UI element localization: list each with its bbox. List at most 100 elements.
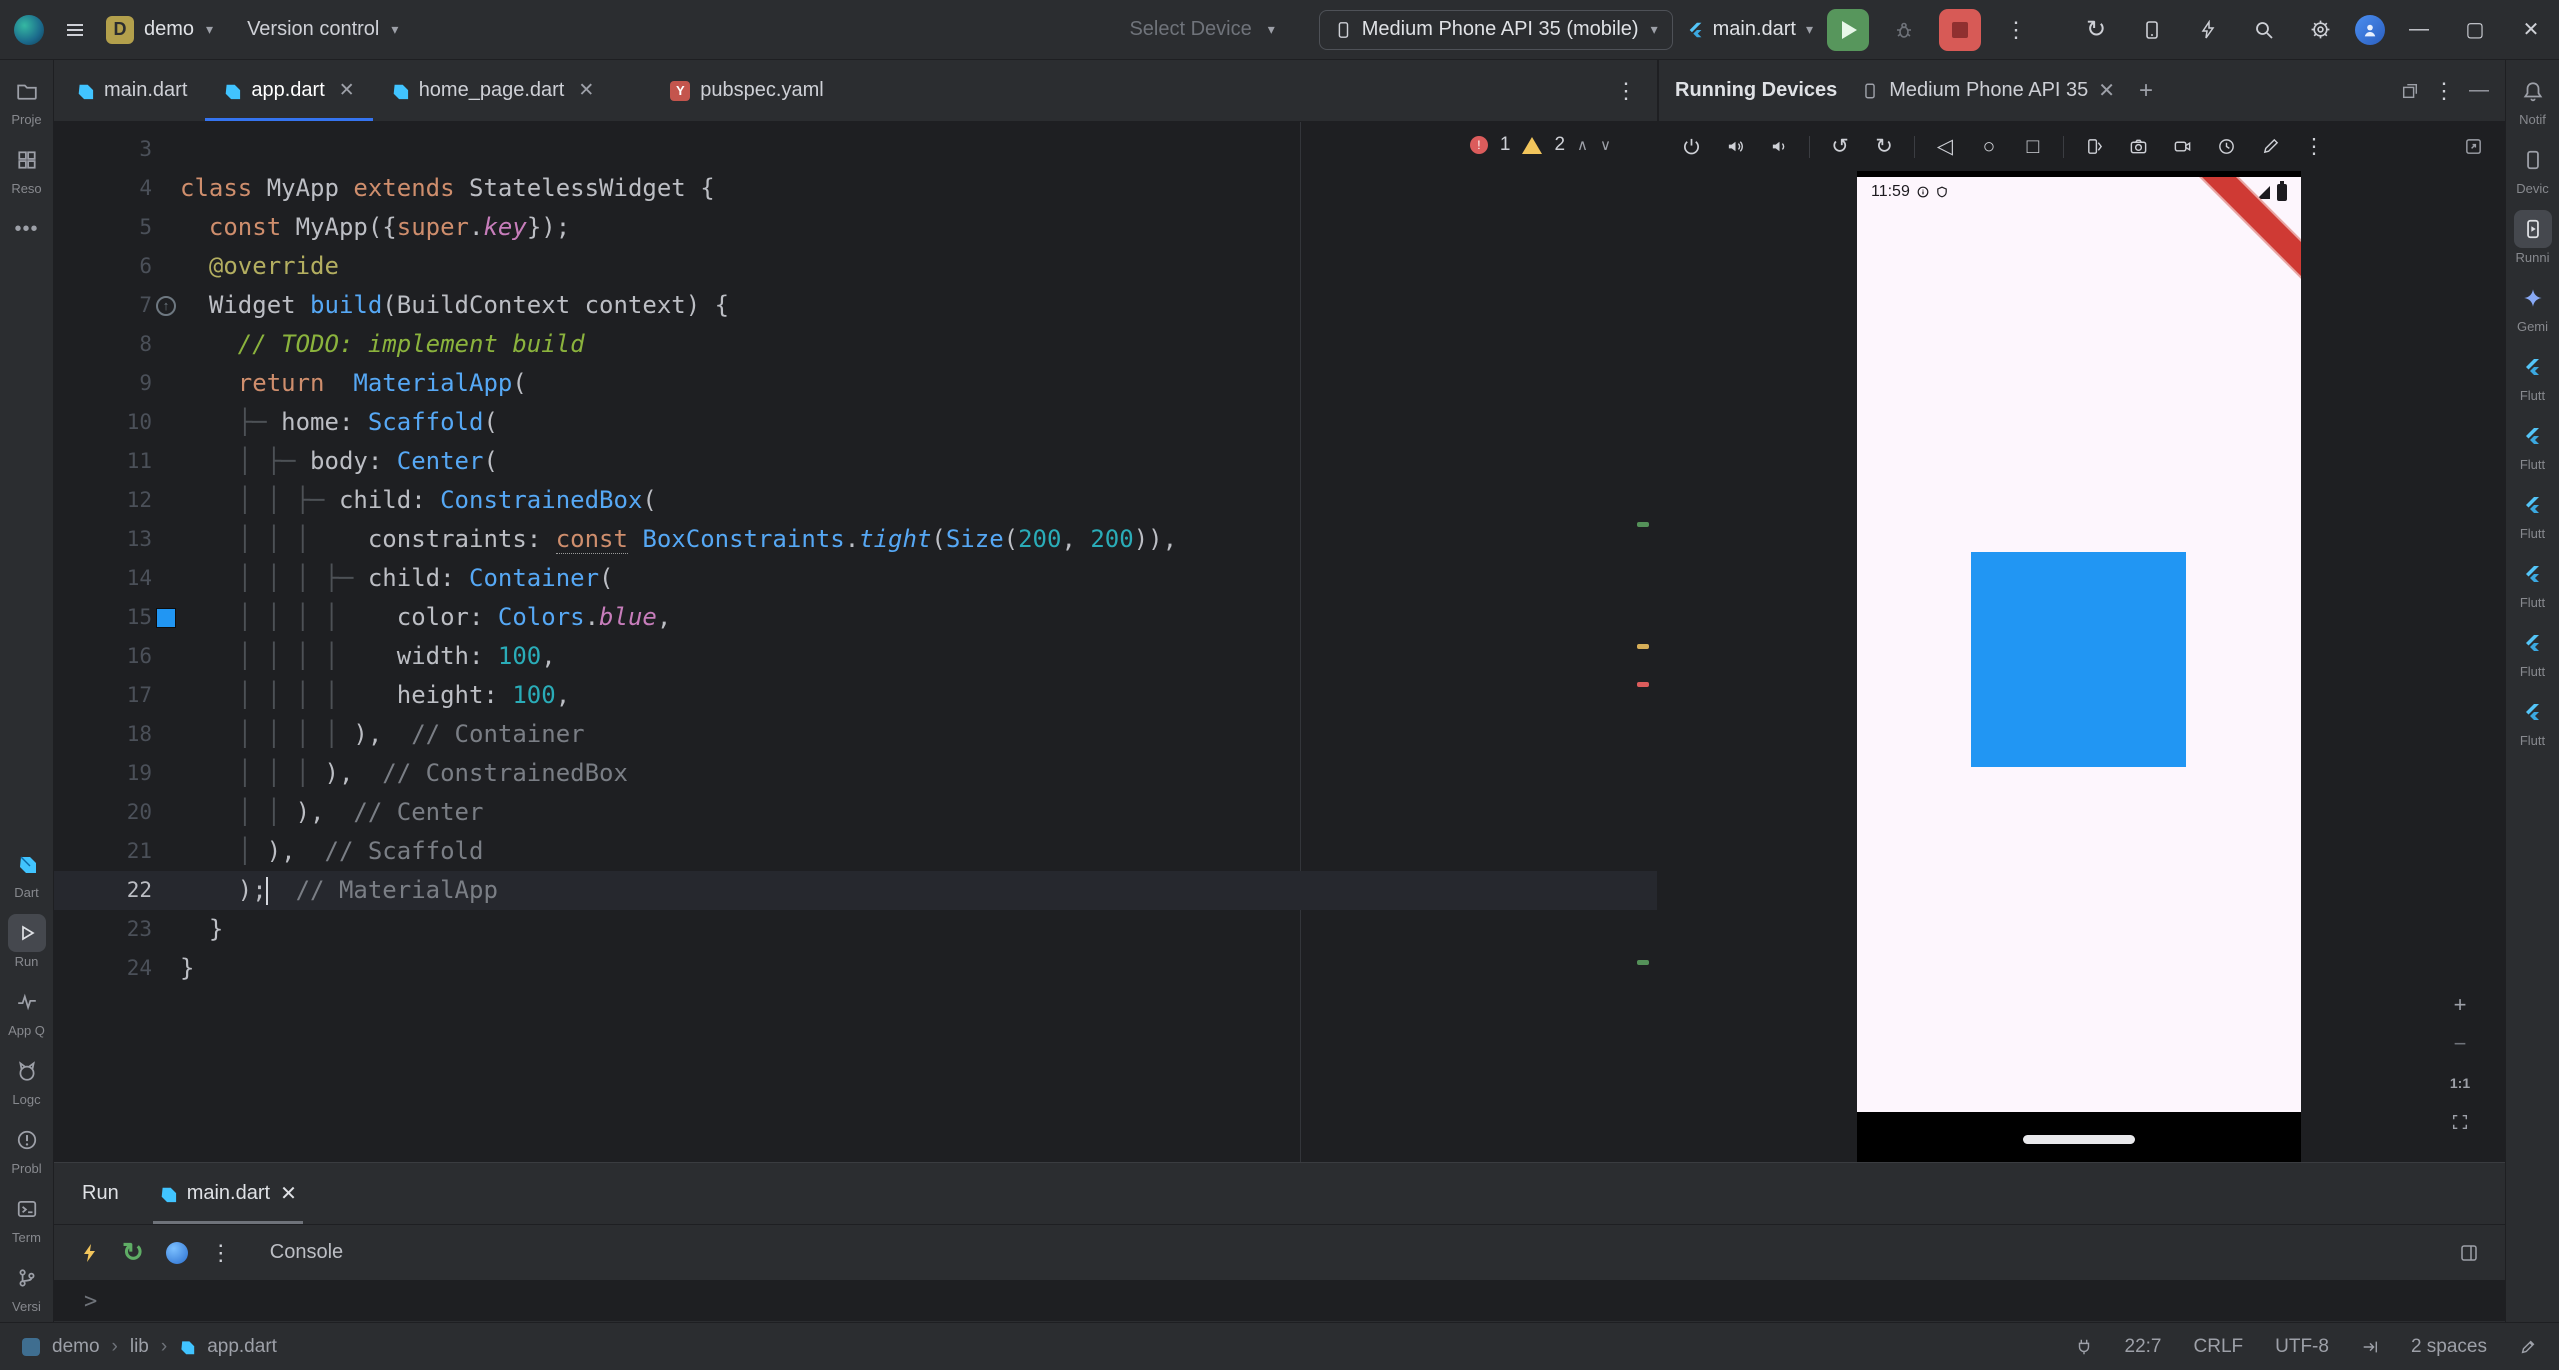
scrollbar-mark-warning[interactable] xyxy=(1637,644,1649,649)
run-button[interactable] xyxy=(1827,9,1869,51)
tab-pubspec-yaml[interactable]: Y pubspec.yaml xyxy=(652,60,841,121)
code-line[interactable]: 10 ├─ home: Scaffold( xyxy=(54,403,1657,442)
code-line[interactable]: 22 ); // MaterialApp xyxy=(54,871,1657,910)
prev-issue-icon[interactable]: ∧ xyxy=(1577,136,1588,154)
sidebar-item-resource-manager[interactable]: Reso xyxy=(8,141,46,196)
code-line[interactable]: 24} xyxy=(54,949,1657,988)
override-gutter-icon[interactable]: ↑ xyxy=(152,286,180,325)
scrollbar-mark-green[interactable] xyxy=(1637,960,1649,965)
sidebar-item-flutter-tool-1[interactable]: Flutt xyxy=(2514,348,2552,403)
screenshot-button[interactable] xyxy=(2120,129,2156,165)
code-line[interactable]: 19 │ │ │ ), // ConstrainedBox xyxy=(54,754,1657,793)
tab-options-kebab[interactable]: ⋮ xyxy=(1595,60,1657,121)
rotate-left-button[interactable]: ↺ xyxy=(1822,129,1858,165)
devtools-button[interactable] xyxy=(166,1242,188,1264)
close-icon[interactable]: ✕ xyxy=(578,79,594,102)
window-minimize-button[interactable]: — xyxy=(2391,0,2447,60)
code-line[interactable]: 13 │ │ │ constraints: const BoxConstrain… xyxy=(54,520,1657,559)
zoom-fit-button[interactable] xyxy=(2443,1105,2477,1139)
close-icon[interactable]: ✕ xyxy=(2098,78,2115,103)
code-line[interactable]: 11 │ ├─ body: Center( xyxy=(54,442,1657,481)
line-separator-indicator[interactable]: CRLF xyxy=(2194,1336,2244,1358)
color-preview-chip[interactable] xyxy=(152,598,180,637)
run-tab-main-dart[interactable]: main.dart ✕ xyxy=(153,1163,303,1224)
stop-button[interactable] xyxy=(1939,9,1981,51)
search-everywhere-button[interactable] xyxy=(2243,9,2285,51)
run-more-kebab[interactable]: ⋮ xyxy=(210,1240,232,1266)
code-line[interactable]: 8 // TODO: implement build xyxy=(54,325,1657,364)
next-issue-icon[interactable]: ∨ xyxy=(1600,136,1611,154)
debug-button[interactable] xyxy=(1883,9,1925,51)
overview-button[interactable]: □ xyxy=(2015,129,2051,165)
device-selector-combo[interactable]: Medium Phone API 35 (mobile) ▾ xyxy=(1319,10,1673,50)
code-line[interactable]: 4class MyApp extends StatelessWidget { xyxy=(54,169,1657,208)
device-screen[interactable]: 11:59 3G xyxy=(1857,177,2301,1112)
sidebar-item-problems[interactable]: Probl xyxy=(8,1121,46,1176)
sidebar-item-flutter-tool-6[interactable]: Flutt xyxy=(2514,693,2552,748)
zoom-out-button[interactable]: − xyxy=(2443,1027,2477,1061)
close-icon[interactable]: ✕ xyxy=(280,1181,297,1206)
close-icon[interactable]: ✕ xyxy=(339,79,355,102)
sidebar-item-dart-analysis[interactable]: Dart xyxy=(8,845,46,900)
cursor-position[interactable]: 22:7 xyxy=(2125,1336,2162,1358)
hot-reload-button[interactable] xyxy=(80,1243,100,1263)
code-line[interactable]: 17 │ │ │ │ height: 100, xyxy=(54,676,1657,715)
run-options-kebab[interactable]: ⋮ xyxy=(1995,9,2037,51)
sync-button[interactable]: ↻ xyxy=(2075,9,2117,51)
code-line[interactable]: 3 xyxy=(54,130,1657,169)
window-close-button[interactable]: ✕ xyxy=(2503,0,2559,60)
code-line[interactable]: 15 │ │ │ │ color: Colors.blue, xyxy=(54,598,1657,637)
project-selector[interactable]: demo xyxy=(144,18,194,41)
sidebar-item-run[interactable]: Run xyxy=(8,914,46,969)
code-line[interactable]: 21 │ ), // Scaffold xyxy=(54,832,1657,871)
volume-down-button[interactable] xyxy=(1761,129,1797,165)
tab-main-dart[interactable]: main.dart xyxy=(58,60,205,121)
main-menu-button[interactable] xyxy=(54,9,96,51)
rotate-right-button[interactable]: ↻ xyxy=(1866,129,1902,165)
settings-button[interactable] xyxy=(2299,9,2341,51)
pencil-icon[interactable] xyxy=(2519,1338,2537,1356)
sidebar-item-flutter-tool-4[interactable]: Flutt xyxy=(2514,555,2552,610)
run-config-selector[interactable]: main.dart ▾ xyxy=(1687,18,1813,41)
sidebar-item-running-devices[interactable]: Runni xyxy=(2514,210,2552,265)
version-control-menu[interactable]: Version control xyxy=(247,18,379,41)
add-device-button[interactable]: + xyxy=(2139,77,2153,105)
code-line[interactable]: 9 return MaterialApp( xyxy=(54,364,1657,403)
sidebar-item-device-manager[interactable]: Devic xyxy=(2514,141,2552,196)
device-manager-button[interactable] xyxy=(2131,9,2173,51)
scrollbar-mark-green[interactable] xyxy=(1637,522,1649,527)
sidebar-item-app-quality-insights[interactable]: App Q xyxy=(8,983,46,1038)
window-maximize-button[interactable]: ▢ xyxy=(2447,0,2503,60)
float-window-icon[interactable] xyxy=(2401,82,2419,100)
panel-options-kebab[interactable]: ⋮ xyxy=(2433,78,2455,104)
avatar[interactable] xyxy=(2355,15,2385,45)
zoom-reset-button[interactable]: 1:1 xyxy=(2443,1066,2477,1100)
hardware-input-button[interactable] xyxy=(2252,129,2288,165)
code-line[interactable]: 6 @override xyxy=(54,247,1657,286)
flutter-device-selector[interactable]: Select Device xyxy=(1129,18,1251,41)
power-button[interactable] xyxy=(1673,129,1709,165)
console-output[interactable]: > xyxy=(54,1281,2505,1321)
code-line[interactable]: 18 │ │ │ │ ), // Container xyxy=(54,715,1657,754)
code-line[interactable]: 5 const MyApp({super.key}); xyxy=(54,208,1657,247)
inspection-widget[interactable]: ! 1 2 ∧ ∨ xyxy=(1464,132,1617,158)
code-line[interactable]: 23 } xyxy=(54,910,1657,949)
hot-restart-button[interactable]: ↻ xyxy=(122,1237,144,1268)
popout-icon[interactable] xyxy=(2455,129,2491,165)
sidebar-item-gemini[interactable]: Gemi xyxy=(2514,279,2552,334)
sidebar-item-notifications[interactable]: Notif xyxy=(2514,72,2552,127)
device-options-kebab[interactable]: ⋮ xyxy=(2296,129,2332,165)
console-tab[interactable]: Console xyxy=(270,1241,343,1264)
device-tab[interactable]: Medium Phone API 35 ✕ xyxy=(1855,78,2121,103)
breadcrumb-folder[interactable]: lib xyxy=(130,1336,149,1358)
sidebar-item-flutter-tool-3[interactable]: Flutt xyxy=(2514,486,2552,541)
zoom-in-button[interactable]: + xyxy=(2443,988,2477,1022)
screen-record-button[interactable] xyxy=(2164,129,2200,165)
breadcrumb-project[interactable]: demo xyxy=(52,1336,100,1358)
code-line[interactable]: 14 │ │ │ ├─ child: Container( xyxy=(54,559,1657,598)
indent-indicator[interactable]: 2 spaces xyxy=(2411,1336,2487,1358)
code-line[interactable]: 7↑ Widget build(BuildContext context) { xyxy=(54,286,1657,325)
code-line[interactable]: 12 │ │ ├─ child: ConstrainedBox( xyxy=(54,481,1657,520)
sidebar-item-terminal[interactable]: Term xyxy=(8,1190,46,1245)
back-button[interactable]: ◁ xyxy=(1927,129,1963,165)
